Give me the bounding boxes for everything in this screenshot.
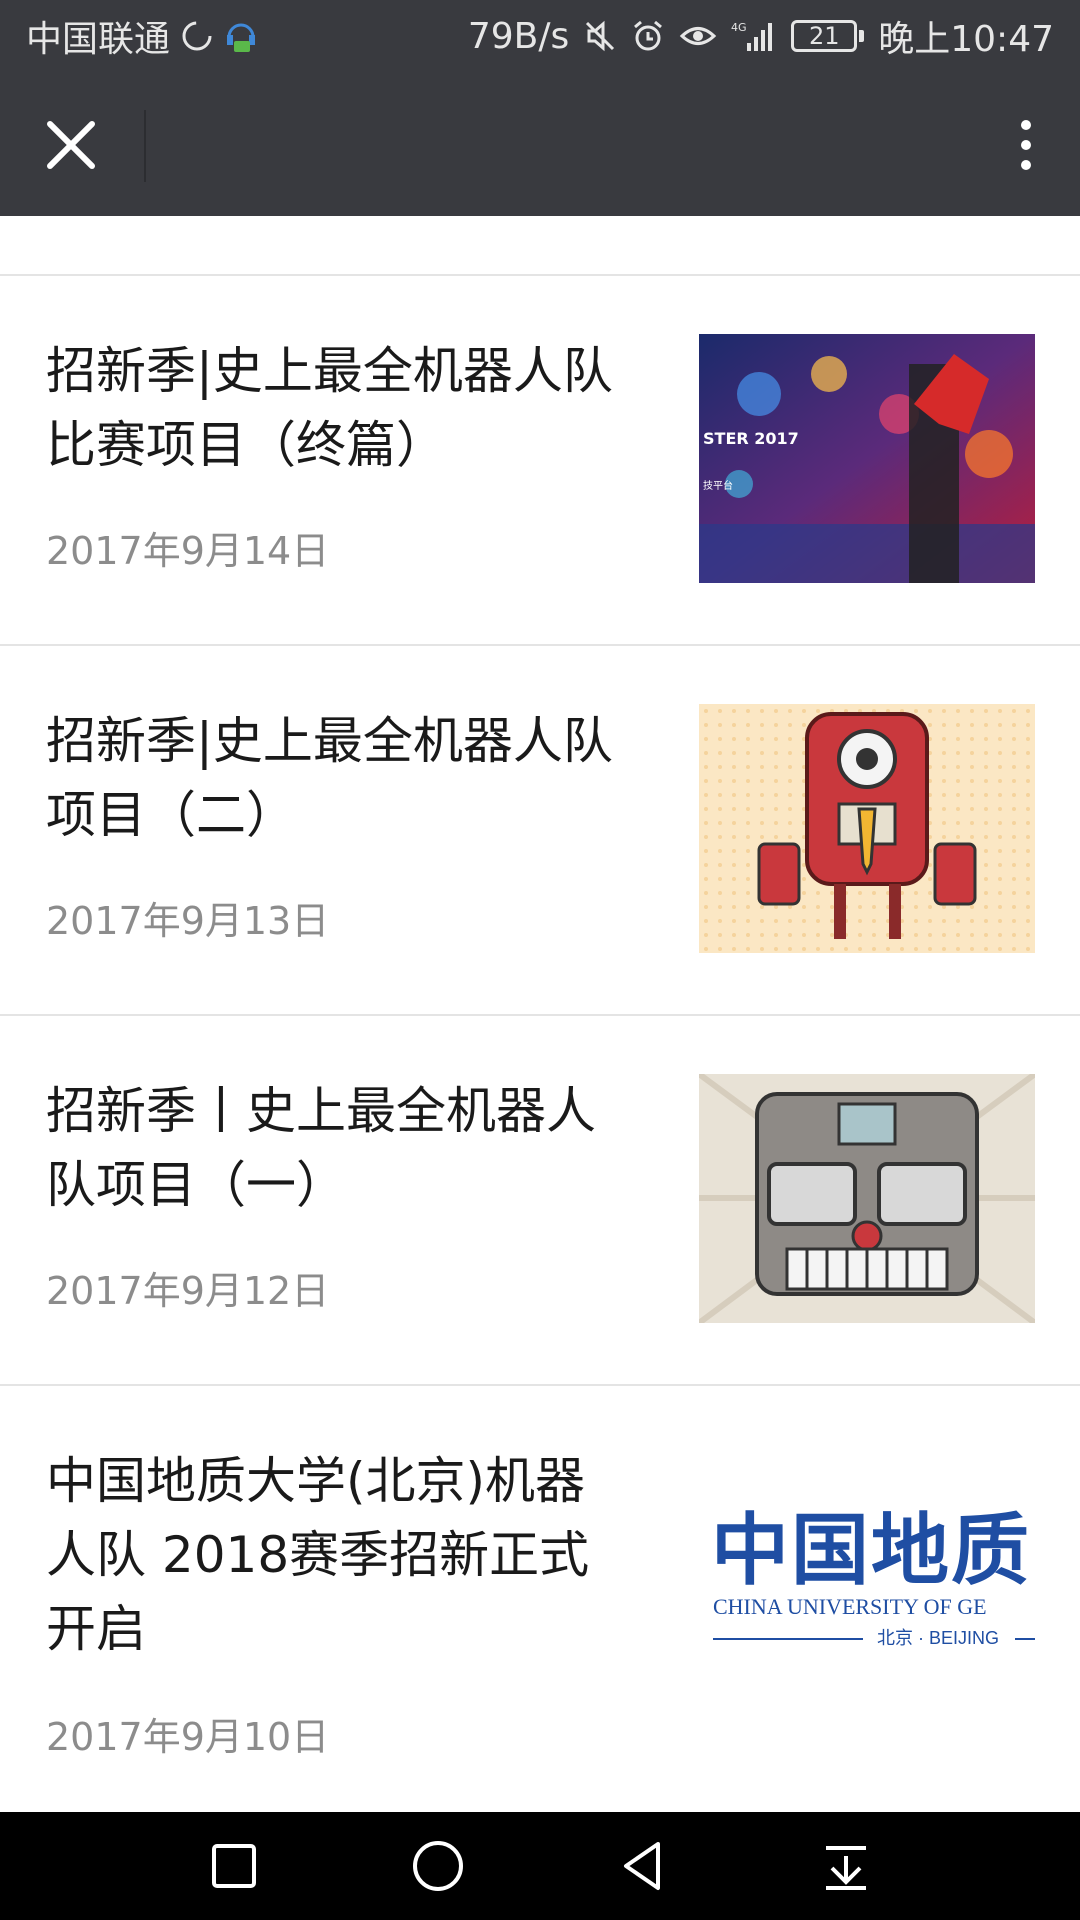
list-item[interactable]: 招新季|史上最全机器人队 比赛项目（终篇） 2017年9月14日 STER 20… <box>0 334 1080 584</box>
carrier-label: 中国联通 <box>26 19 171 60</box>
article-title: 招新季丨史上最全机器人 队项目（一） <box>46 1082 596 1214</box>
eye-comfort-icon <box>679 19 717 53</box>
signal-4g-icon: 4G <box>731 19 777 53</box>
notification-pulldown-button[interactable] <box>816 1836 876 1896</box>
back-button[interactable] <box>612 1836 672 1896</box>
status-right: 79B/s 4G 21 晚上10:47 <box>468 0 1054 72</box>
system-nav-bar <box>0 1812 1080 1920</box>
article-list: 招新季|史上最全机器人队 比赛项目（终篇） 2017年9月14日 STER 20… <box>0 216 1080 1812</box>
article-title: 招新季|史上最全机器人队 项目（二） <box>46 712 613 844</box>
article-title: 招新季|史上最全机器人队 比赛项目（终篇） <box>46 342 613 474</box>
list-divider <box>0 1384 1080 1386</box>
title-divider <box>144 110 146 182</box>
svg-text:4G: 4G <box>731 21 747 34</box>
home-button[interactable] <box>408 1836 468 1896</box>
status-bar: 中国联通 79B/s 4G 21 晚上10:47 <box>0 0 1080 72</box>
square-icon <box>212 1844 256 1888</box>
more-options-button[interactable] <box>996 110 1056 180</box>
circle-icon <box>413 1841 463 1891</box>
article-title: 中国地质大学(北京)机器 人队 2018赛季招新正式 开启 <box>46 1452 590 1658</box>
alarm-icon <box>631 19 665 53</box>
battery-level: 21 <box>791 20 858 52</box>
net-speed-label: 79B/s <box>467 15 570 57</box>
logo-city: 北京 · BEIJING <box>877 1628 1000 1648</box>
article-date: 2017年9月14日 <box>46 529 330 573</box>
svg-text:技平台: 技平台 <box>703 479 733 492</box>
article-date: 2017年9月10日 <box>46 1715 330 1759</box>
list-divider <box>0 274 1080 276</box>
triangle-back-icon <box>624 1842 660 1890</box>
list-item[interactable]: 中国地质大学(北京)机器 人队 2018赛季招新正式 开启 2017年9月10日… <box>0 1444 1080 1759</box>
logo-english: CHINA UNIVERSITY OF GE <box>713 1594 987 1619</box>
close-button[interactable] <box>36 110 106 180</box>
article-thumbnail <box>699 1074 1035 1323</box>
article-thumbnail: STER 2017 技平台 <box>699 334 1035 583</box>
more-dots-icon <box>1021 120 1031 130</box>
loading-spinner-icon <box>180 19 214 53</box>
article-date: 2017年9月13日 <box>46 899 330 943</box>
close-icon <box>47 121 95 169</box>
article-thumbnail: 中国地质 CHINA UNIVERSITY OF GE 北京 · BEIJING <box>699 1444 1035 1693</box>
battery-icon: 21 <box>791 20 865 52</box>
headset-notification-icon <box>224 17 258 55</box>
logo-chinese: 中国地质 <box>711 1505 1032 1596</box>
recent-apps-button[interactable] <box>204 1836 264 1896</box>
svg-text:STER 2017: STER 2017 <box>703 429 799 448</box>
article-date: 2017年9月12日 <box>46 1269 330 1313</box>
mute-icon <box>583 19 617 53</box>
list-divider <box>0 1014 1080 1016</box>
list-item[interactable]: 招新季丨史上最全机器人 队项目（一） 2017年9月12日 <box>0 1074 1080 1324</box>
article-thumbnail <box>699 704 1035 953</box>
list-divider <box>0 644 1080 646</box>
pulldown-icon <box>826 1846 866 1890</box>
title-bar <box>0 72 1080 216</box>
status-left: 中国联通 <box>26 0 258 72</box>
list-item[interactable]: 招新季|史上最全机器人队 项目（二） 2017年9月13日 <box>0 704 1080 954</box>
clock-label: 晚上10:47 <box>878 19 1054 60</box>
